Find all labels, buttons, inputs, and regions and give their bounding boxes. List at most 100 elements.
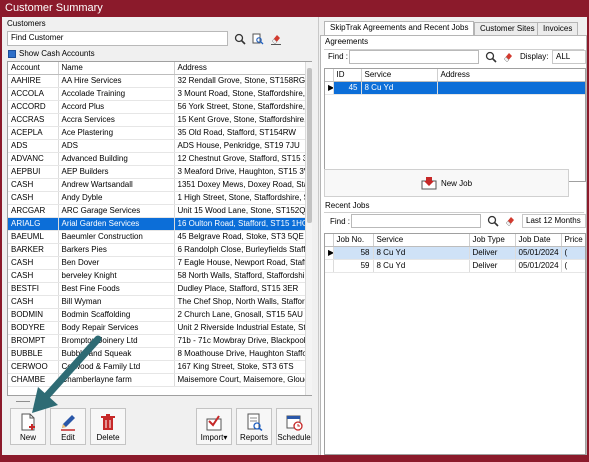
recent-jobs-column-header[interactable]: Job Date [515,234,562,247]
find-customer-input[interactable]: Find Customer [7,31,228,46]
eraser-icon [505,216,514,226]
pencil-icon [61,415,75,431]
splitter-handle[interactable] [16,401,30,402]
search-button[interactable] [232,31,248,46]
table-row[interactable]: BODYRE Body Repair Services Unit 2 Riversi… [8,321,307,335]
tab-customer-sites[interactable]: Customer Sites [474,22,541,35]
table-row[interactable]: ACEPLA Ace Plastering 35 Old Road, Staffor… [8,126,307,140]
table-row[interactable]: BARKER Barkers Pies 6 Randolph Close, Burl… [8,243,307,257]
display-filter-select[interactable]: ALL [552,50,586,64]
recent-jobs-clear-button[interactable] [502,213,518,228]
table-row[interactable]: BODMIN Bodmin Scaffolding 2 Church Lane, G… [8,308,307,322]
table-row[interactable]: ADS ADS ADS House, Penkridge, ST19 7JU [8,139,307,153]
customers-table: Account Name Address AAHIRE AA Hire Service… [7,61,312,396]
table-cell: Bill Wyman [58,295,175,309]
table-row[interactable]: CERWOO Cerwood & Family Ltd 167 King Stree… [8,360,307,374]
customers-scroll-thumb[interactable] [307,68,312,223]
advanced-search-button[interactable] [250,31,266,46]
new-job-label: New Job [440,178,473,188]
agreements-title: Agreements [325,37,369,46]
table-row[interactable]: ACCOLA Accolade Training 3 Mount Road, Sto… [8,87,307,101]
table-cell: 16 Oulton Road, Stafford, ST15 1HG [174,217,307,231]
edit-button-label: Edit [61,433,75,442]
table-row[interactable]: CASH Ben Dover 7 Eagle House, Newport Road… [8,256,307,270]
recent-jobs-find-label: Find : [330,217,351,226]
table-row[interactable]: ADVANC Advanced Building 12 Chestnut Grove… [8,152,307,166]
table-cell: 32 Rendall Grove, Stone, ST158RG [174,74,307,88]
table-row[interactable]: ARCGAR ARC Garage Services Unit 15 Wood La… [8,204,307,218]
table-row[interactable]: CASH Andrew Wartsandall 1351 Doxey Mews, D… [8,178,307,192]
tab-invoices[interactable]: Invoices [537,22,579,35]
period-filter-select[interactable]: Last 12 Months [522,214,586,228]
customers-scrollbar[interactable] [305,62,312,395]
recent-jobs-table-body: ▶588 Cu YdDeliver05/01/2024(598 Cu YdDel… [325,246,585,273]
table-row[interactable]: AAHIRE AA Hire Services 32 Rendall Grove, … [8,74,307,88]
show-cash-checkbox[interactable] [8,50,16,58]
tab-agreements[interactable]: SkipTrak Agreements and Recent Jobs [324,21,475,35]
table-cell: BUBBLE [8,347,59,361]
table-row[interactable]: ARIALG Arial Garden Services 16 Oulton Roa… [8,217,307,231]
recent-jobs-column-header[interactable]: Job No. [333,234,374,247]
table-cell: Barkers Pies [58,243,175,257]
table-row[interactable]: BESTFI Best Fine Foods Dudley Place, Staff… [8,282,307,296]
table-row[interactable]: BROMPT Brompton Joinery Ltd 71b - 71c Mowb… [8,334,307,348]
table-cell: 58 North Walls, Stafford, Staffordshire [174,269,307,283]
table-row[interactable]: AEPBUI AEP Builders 3 Meaford Drive, Haugh… [8,165,307,179]
agreements-column-header[interactable]: ID [333,69,362,82]
edit-customer-button[interactable]: Edit [50,408,86,445]
table-cell: ADS House, Penkridge, ST19 7JU [174,139,307,153]
agreements-find-input[interactable] [349,50,479,64]
table-cell: 8 Cu Yd [373,259,470,273]
table-row[interactable]: 59 8 Cu Yd Deliver 05/01/2024( [325,259,585,273]
recent-jobs-column-header[interactable]: Price [561,234,585,247]
calendar-clock-icon [286,415,303,431]
new-job-button[interactable]: New Job [324,169,569,197]
recent-jobs-column-header[interactable]: Service [373,234,470,247]
table-row[interactable]: ACCRAS Accra Services 15 Kent Grove, Stone… [8,113,307,127]
table-cell: CASH [8,256,59,270]
table-cell: 1 High Street, Stone, Staffordshire, ST [174,191,307,205]
table-cell: ACCORD [8,100,59,114]
table-cell: 45 [333,81,362,95]
table-row[interactable]: CASH Bill Wyman The Chef Shop, North Walls… [8,295,307,309]
table-row[interactable]: CASH Andy Dyble 1 High Street, Stone, Staf… [8,191,307,205]
agreements-clear-button[interactable] [500,49,516,64]
recent-jobs-column-header[interactable]: Job Type [469,234,516,247]
table-row[interactable]: ACCORD Accord Plus 56 York Street, Stone, … [8,100,307,114]
table-cell: 71b - 71c Mowbray Drive, Blackpool [174,334,307,348]
table-row[interactable]: CASH berveley Knight 58 North Walls, Staff… [8,269,307,283]
agreements-column-header[interactable]: Service [361,69,438,82]
table-row[interactable]: ▶458 Cu Yd [325,81,585,95]
import-button[interactable]: Import▾ [196,408,232,445]
table-cell: 8 Moathouse Drive, Haughton Staffor [174,347,307,361]
trash-icon [101,414,115,430]
delete-button-label: Delete [96,433,120,442]
reports-button[interactable]: Reports [236,408,272,445]
clear-search-button[interactable] [268,31,284,46]
table-cell: CASH [8,178,59,192]
table-cell: 1351 Doxey Mews, Doxey Road, Staff [174,178,307,192]
recent-jobs-title: Recent Jobs [325,201,370,210]
agreements-column-header[interactable]: Address [437,69,585,82]
table-cell: Advanced Building [58,152,175,166]
table-row[interactable]: ▶588 Cu YdDeliver05/01/2024( [325,246,585,260]
agreements-table-header: ID Service Address [325,69,585,82]
table-cell: 15 Kent Grove, Stone, Staffordshire, S [174,113,307,127]
recent-jobs-find-input[interactable] [351,214,481,228]
table-row[interactable]: BUBBLE Bubble and Squeak 8 Moathouse Drive… [8,347,307,361]
table-row[interactable]: CHAMBE Chamberlayne farm Maisemore Court, … [8,373,307,387]
table-cell: 45 Belgrave Road, Stoke, ST3 5QE [174,230,307,244]
agreements-find-label: Find : [328,52,349,61]
customers-column-header[interactable]: Account [8,62,59,75]
delete-customer-button[interactable]: Delete [90,408,126,445]
new-customer-button[interactable]: New [10,408,46,445]
table-row[interactable]: BAEUML Baeumler Construction 45 Belgrave R… [8,230,307,244]
customers-column-header[interactable]: Address [174,62,307,75]
schedule-button[interactable]: Schedule [276,408,312,445]
table-cell: CASH [8,269,59,283]
agreements-search-button[interactable] [483,49,499,64]
recent-jobs-divider [324,212,584,213]
recent-jobs-search-button[interactable] [485,213,501,228]
customers-column-header[interactable]: Name [58,62,175,75]
table-cell: Ben Dover [58,256,175,270]
